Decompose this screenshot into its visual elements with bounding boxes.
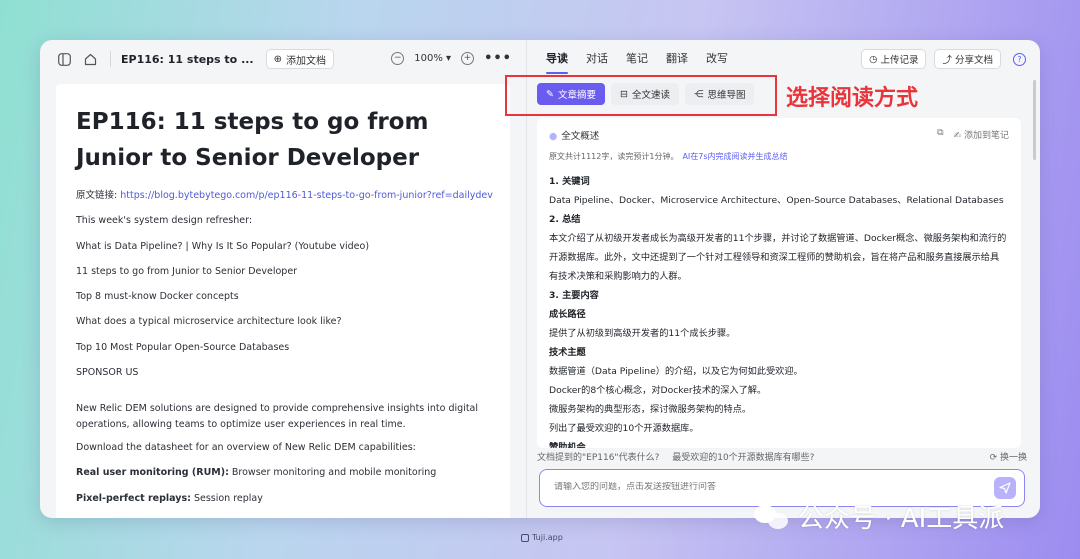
document-title: EP116: 11 steps to ... <box>121 52 254 66</box>
note-icon: ✍ <box>953 131 962 141</box>
summary-text: Data Pipeline、Docker、Microservice Archit… <box>549 195 1004 206</box>
more-options-icon[interactable]: ••• <box>484 51 512 66</box>
question-input[interactable] <box>554 482 934 492</box>
add-to-notes-label: 添加到笔记 <box>963 131 1009 141</box>
share-icon: ⤴ <box>942 55 952 66</box>
summary-title: 全文概述 <box>561 131 600 142</box>
zoom-level-select[interactable]: 100% ▾ <box>414 53 451 64</box>
clock-icon: ◷ <box>869 53 878 65</box>
summary-text: 提供了从初级到高级开发者的11个成长步骤。 <box>549 328 736 339</box>
summary-text: 列出了最受欢迎的10个开源数据库。 <box>549 423 699 434</box>
suggested-question[interactable]: 文档提到的"EP116"代表什么? <box>537 453 659 463</box>
summary-text: 本文介绍了从初级开发者成长为高级开发者的11个步骤，并讨论了数据管道、Docke… <box>549 233 1007 244</box>
tab-guide[interactable]: 导读 <box>537 40 577 78</box>
doc-line: SPONSOR US <box>76 367 139 379</box>
doc-line: Download the datasheet for an overview o… <box>76 442 416 454</box>
help-icon[interactable]: ? <box>1013 52 1026 66</box>
summary-heading: 1. 关键词 <box>549 176 590 187</box>
doc-line: Top 10 Most Popular Open-Source Database… <box>76 341 290 353</box>
doc-paragraph: New Relic DEM solutions are designed to … <box>76 403 479 431</box>
summary-heading: 3. 主要内容 <box>549 290 599 301</box>
app-logo-icon <box>521 533 529 542</box>
bullet-dot-icon: ● <box>549 131 558 142</box>
sidebar-toggle-icon[interactable] <box>56 51 72 67</box>
summary-heading: 2. 总结 <box>549 214 581 225</box>
doc-line: This week's system design refresher: <box>76 215 253 227</box>
annotation-label: 选择阅读方式 <box>786 86 919 111</box>
home-icon[interactable] <box>82 51 98 67</box>
zoom-level-value: 100% <box>414 53 443 64</box>
footer-logo: Tuji.app <box>521 533 563 542</box>
summary-heading: 技术主题 <box>549 347 586 358</box>
tab-translate[interactable]: 翻译 <box>657 40 697 78</box>
summary-meta-text: 原文共计1112字，读完预计1分钟。 <box>549 152 679 161</box>
summary-meta: 原文共计1112字，读完预计1分钟。 AI在7s内完成阅读并生成总结 <box>549 151 1009 162</box>
feature-title: Pixel-perfect replays: <box>76 492 191 504</box>
zoom-controls: − 100% ▾ + ••• <box>391 51 512 66</box>
zoom-in-icon[interactable]: + <box>461 52 475 65</box>
summary-body: 1. 关键词 Data Pipeline、Docker、Microservice … <box>549 172 1009 448</box>
suggested-question[interactable]: 最受欢迎的10个开源数据库有哪些? <box>672 453 814 463</box>
summary-ai-note: AI在7s内完成阅读并生成总结 <box>682 152 788 161</box>
add-document-button[interactable]: ⊕ 添加文档 <box>265 49 334 69</box>
share-document-label: 分享文档 <box>954 55 993 66</box>
copy-icon[interactable]: ⧉ <box>937 128 943 142</box>
wechat-logo-icon <box>754 503 790 531</box>
summary-card-header: ● 全文概述 ⧉ ✍ 添加到笔记 <box>549 128 1009 142</box>
summary-text: 有技术决策和采购影响力的人群。 <box>549 271 687 282</box>
feature-line: Real user monitoring (RUM): Browser moni… <box>76 467 490 479</box>
add-to-notes-button[interactable]: ✍ 添加到笔记 <box>954 128 1009 142</box>
watermark: 公众号 · AI工具派 <box>754 498 1004 535</box>
refresh-questions-button[interactable]: ⟳ 换一换 <box>990 450 1027 463</box>
summary-text: 开源数据库。此外，文中还提到了一个针对工程领导和资深工程师的赞助机会，旨在将产品… <box>549 252 1000 263</box>
summary-title-wrap: ● 全文概述 <box>549 128 599 142</box>
document-toolbar: EP116: 11 steps to ... ⊕ 添加文档 − 100% ▾ +… <box>40 40 526 78</box>
footer-label: Tuji.app <box>532 533 563 542</box>
card-actions: ⧉ ✍ 添加到笔记 <box>937 128 1009 142</box>
document-pane: EP116: 11 steps to ... ⊕ 添加文档 − 100% ▾ +… <box>40 40 526 518</box>
upload-record-button[interactable]: ◷ 上传记录 <box>861 49 927 69</box>
summary-text: Docker的8个核心概念，对Docker技术的深入了解。 <box>549 385 767 396</box>
annotation-highlight-box <box>505 75 777 116</box>
assistant-tabs: 导读 对话 笔记 翻译 改写 <box>537 40 737 78</box>
summary-heading: 赞助机会 <box>549 442 586 448</box>
header-actions: ◷ 上传记录 ⤴ 分享文档 ? <box>861 49 1026 69</box>
add-document-label: 添加文档 <box>286 55 326 67</box>
tab-notes[interactable]: 笔记 <box>617 40 657 78</box>
source-link-line: 原文链接: https://blog.bytebytego.com/p/ep11… <box>76 190 493 202</box>
refresh-label: 换一换 <box>999 453 1027 463</box>
tab-rewrite[interactable]: 改写 <box>697 40 737 78</box>
document-heading: EP116: 11 steps to go from Junior to Sen… <box>76 109 429 171</box>
tab-chat[interactable]: 对话 <box>577 40 617 78</box>
feature-text: Session replay <box>190 492 263 504</box>
toolbar-divider <box>110 51 111 67</box>
zoom-out-icon[interactable]: − <box>391 52 405 65</box>
send-icon[interactable] <box>994 477 1016 499</box>
feature-text: Browser monitoring and mobile monitoring <box>228 467 437 479</box>
share-document-button[interactable]: ⤴ 分享文档 <box>934 49 1001 69</box>
source-link[interactable]: https://blog.bytebytego.com/p/ep116-11-s… <box>120 190 493 201</box>
suggested-questions: 文档提到的"EP116"代表什么? 最受欢迎的10个开源数据库有哪些? ⟳ 换一… <box>537 450 1027 463</box>
feature-title: Real user monitoring (RUM): <box>76 467 229 479</box>
scrollbar[interactable] <box>1033 80 1036 160</box>
doc-line: 11 steps to go from Junior to Senior Dev… <box>76 265 298 277</box>
summary-text: 数据管道（Data Pipeline）的介绍，以及它为何如此受欢迎。 <box>549 366 803 377</box>
doc-line: What does a typical microservice archite… <box>76 316 342 328</box>
document-page: EP116: 11 steps to go from Junior to Sen… <box>56 84 510 518</box>
suggest-list: 文档提到的"EP116"代表什么? 最受欢迎的10个开源数据库有哪些? <box>537 450 824 463</box>
doc-line: Top 8 must-know Docker concepts <box>76 291 239 303</box>
summary-card: ● 全文概述 ⧉ ✍ 添加到笔记 原文共计1112字，读完预计1分钟。 AI在7s内… <box>537 118 1021 448</box>
summary-heading: 成长路径 <box>549 309 586 320</box>
doc-line: What is Data Pipeline? | Why Is It So Po… <box>76 240 370 252</box>
refresh-icon: ⟳ <box>989 453 998 463</box>
source-label: 原文链接: <box>76 190 118 201</box>
upload-record-label: 上传记录 <box>880 55 919 66</box>
plus-circle-icon: ⊕ <box>273 53 282 65</box>
watermark-text: 公众号 · AI工具派 <box>798 504 1005 534</box>
feature-line: Pixel-perfect replays: Session replay <box>76 493 490 505</box>
summary-text: 微服务架构的典型形态，探讨微服务架构的特点。 <box>549 404 752 415</box>
